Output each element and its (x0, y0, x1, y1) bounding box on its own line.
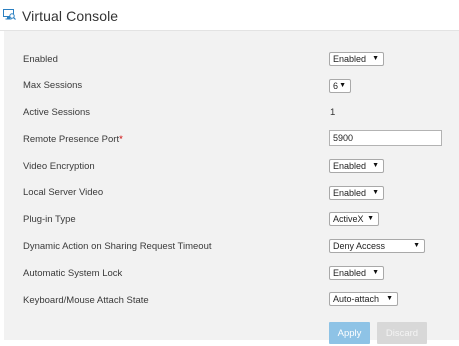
plugin-type-label: Plug-in Type (23, 214, 76, 225)
max-sessions-label: Max Sessions (23, 80, 83, 91)
apply-button[interactable]: Apply (329, 322, 370, 344)
plugin-type-select[interactable]: ActiveX ▼ (329, 212, 379, 226)
max-sessions-select-value: 6 (333, 81, 339, 91)
plugin-type-select-value: ActiveX (333, 214, 364, 224)
remote-port-input[interactable] (329, 130, 442, 146)
chevron-down-icon: ▼ (372, 189, 379, 196)
remote-port-label: Remote Presence Port* (23, 134, 123, 145)
dynamic-action-select[interactable]: Deny Access ▼ (329, 239, 425, 253)
video-encryption-label: Video Encryption (23, 161, 95, 172)
active-sessions-value: 1 (330, 107, 336, 118)
chevron-down-icon: ▼ (372, 269, 379, 276)
system-lock-select[interactable]: Enabled ▼ (329, 266, 384, 280)
discard-button[interactable]: Discard (377, 322, 427, 344)
local-server-video-select[interactable]: Enabled ▼ (329, 186, 384, 200)
chevron-down-icon: ▼ (413, 242, 420, 249)
page-title: Virtual Console (22, 8, 119, 24)
chevron-down-icon: ▼ (386, 295, 393, 302)
local-server-video-select-value: Enabled (333, 188, 367, 198)
required-marker: * (119, 134, 123, 145)
system-lock-label: Automatic System Lock (23, 268, 123, 279)
attach-state-select[interactable]: Auto-attach ▼ (329, 292, 398, 306)
video-encryption-select-value: Enabled (333, 161, 367, 171)
enabled-select-value: Enabled (333, 54, 367, 64)
attach-state-label: Keyboard/Mouse Attach State (23, 295, 149, 306)
chevron-down-icon: ▼ (372, 55, 379, 62)
chevron-down-icon: ▼ (372, 162, 379, 169)
chevron-down-icon: ▼ (367, 215, 374, 222)
virtual-console-icon (3, 9, 16, 20)
page-header: Virtual Console (0, 0, 459, 31)
system-lock-select-value: Enabled (333, 268, 367, 278)
remote-port-label-text: Remote Presence Port (23, 134, 120, 145)
max-sessions-select[interactable]: 6 ▼ (329, 79, 351, 93)
active-sessions-label: Active Sessions (23, 107, 91, 118)
chevron-down-icon: ▼ (339, 82, 346, 89)
dynamic-action-select-value: Deny Access (333, 241, 386, 251)
attach-state-select-value: Auto-attach (333, 294, 380, 304)
enabled-select[interactable]: Enabled ▼ (329, 52, 384, 66)
local-server-video-label: Local Server Video (23, 187, 104, 198)
enabled-label: Enabled (23, 54, 58, 65)
dynamic-action-label: Dynamic Action on Sharing Request Timeou… (23, 241, 212, 252)
video-encryption-select[interactable]: Enabled ▼ (329, 159, 384, 173)
